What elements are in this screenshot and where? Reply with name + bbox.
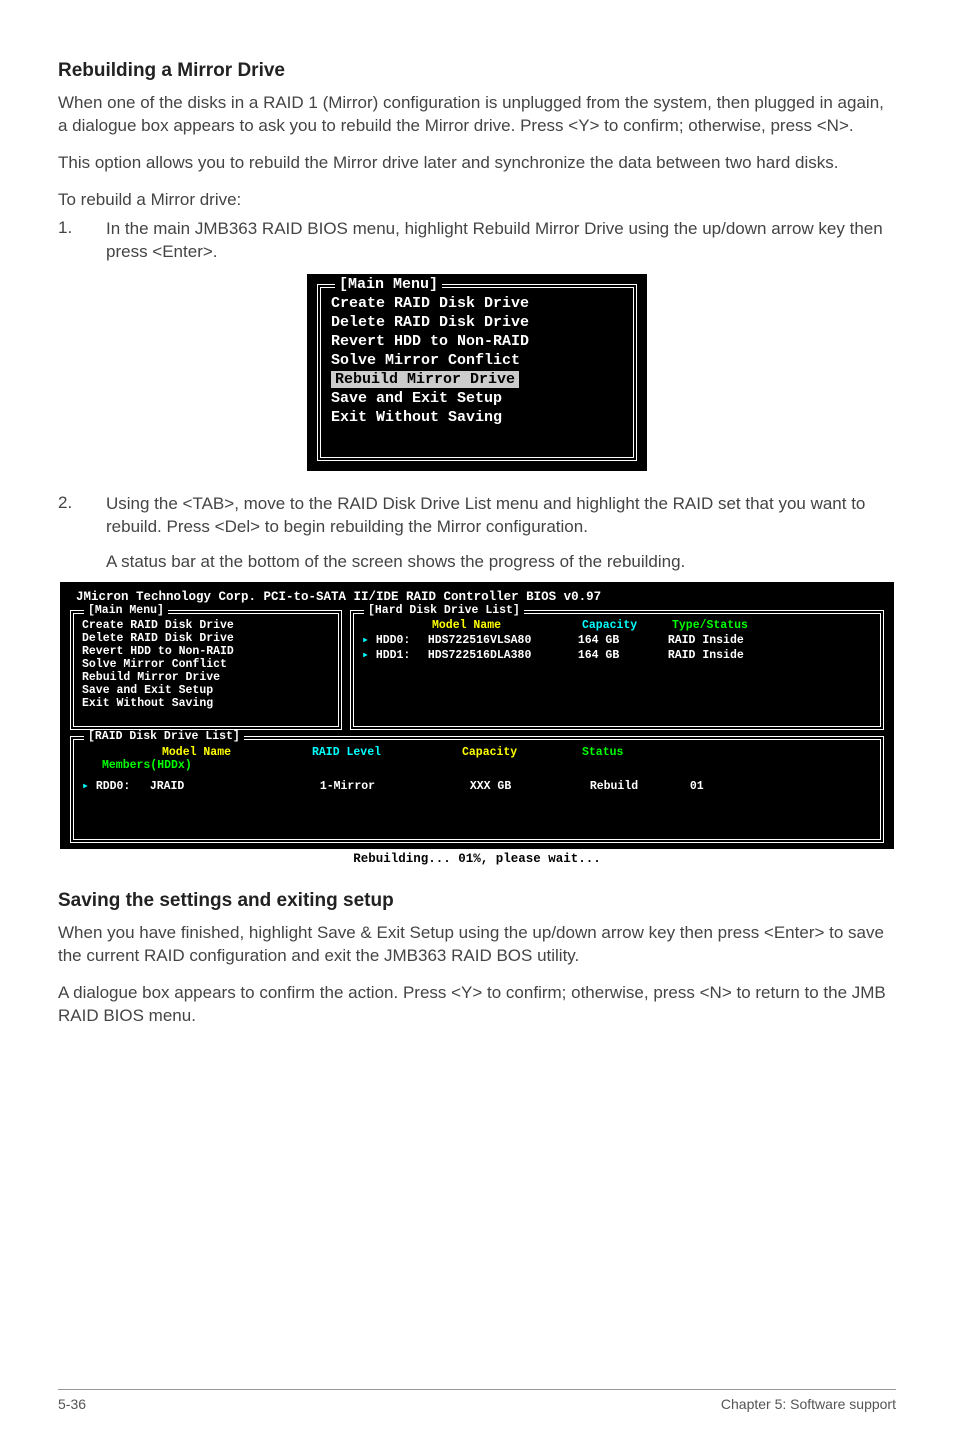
progress-bar: Rebuilding... 01%, please wait...: [60, 849, 894, 869]
para: To rebuild a Mirror drive:: [58, 189, 896, 212]
heading-saving: Saving the settings and exiting setup: [58, 890, 896, 912]
menu-item: Revert HDD to Non-RAID: [331, 332, 623, 351]
bios-raid-list: [RAID Disk Drive List] Model NameRAID Le…: [70, 736, 884, 843]
bios-main-menu: [Main Menu] Create RAID Disk Drive Delet…: [70, 610, 342, 730]
menu-item-highlighted: Rebuild Mirror Drive: [331, 370, 623, 389]
para: This option allows you to rebuild the Mi…: [58, 152, 896, 175]
bios-screenshot: JMicron Technology Corp. PCI-to-SATA II/…: [59, 581, 895, 870]
para: When you have finished, highlight Save &…: [58, 922, 896, 968]
step-text: Using the <TAB>, move to the RAID Disk D…: [106, 493, 896, 574]
step-number: 2.: [58, 493, 106, 574]
step-text: In the main JMB363 RAID BIOS menu, highl…: [106, 218, 896, 264]
para: When one of the disks in a RAID 1 (Mirro…: [58, 92, 896, 138]
chapter-label: Chapter 5: Software support: [721, 1396, 896, 1412]
heading-rebuilding: Rebuilding a Mirror Drive: [58, 60, 896, 82]
arrow-icon: ▸: [362, 649, 376, 662]
menu-item: Solve Mirror Conflict: [331, 351, 623, 370]
arrow-icon: ▸: [362, 634, 376, 647]
arrow-icon: ▸: [82, 780, 96, 793]
menu-item: Save and Exit Setup: [331, 389, 623, 408]
page-number: 5-36: [58, 1396, 86, 1412]
bios-header: JMicron Technology Corp. PCI-to-SATA II/…: [70, 590, 884, 604]
page-footer: 5-36 Chapter 5: Software support: [58, 1389, 896, 1412]
para: A dialogue box appears to confirm the ac…: [58, 982, 896, 1028]
step-number: 1.: [58, 218, 106, 264]
menu-title: [Main Menu]: [335, 276, 442, 293]
main-menu-screenshot: [Main Menu] Create RAID Disk Drive Delet…: [307, 274, 647, 471]
menu-item: Create RAID Disk Drive: [331, 294, 623, 313]
menu-item: Exit Without Saving: [331, 408, 623, 427]
bios-hdd-list: [Hard Disk Drive List] Model NameCapacit…: [350, 610, 884, 730]
menu-item: Delete RAID Disk Drive: [331, 313, 623, 332]
